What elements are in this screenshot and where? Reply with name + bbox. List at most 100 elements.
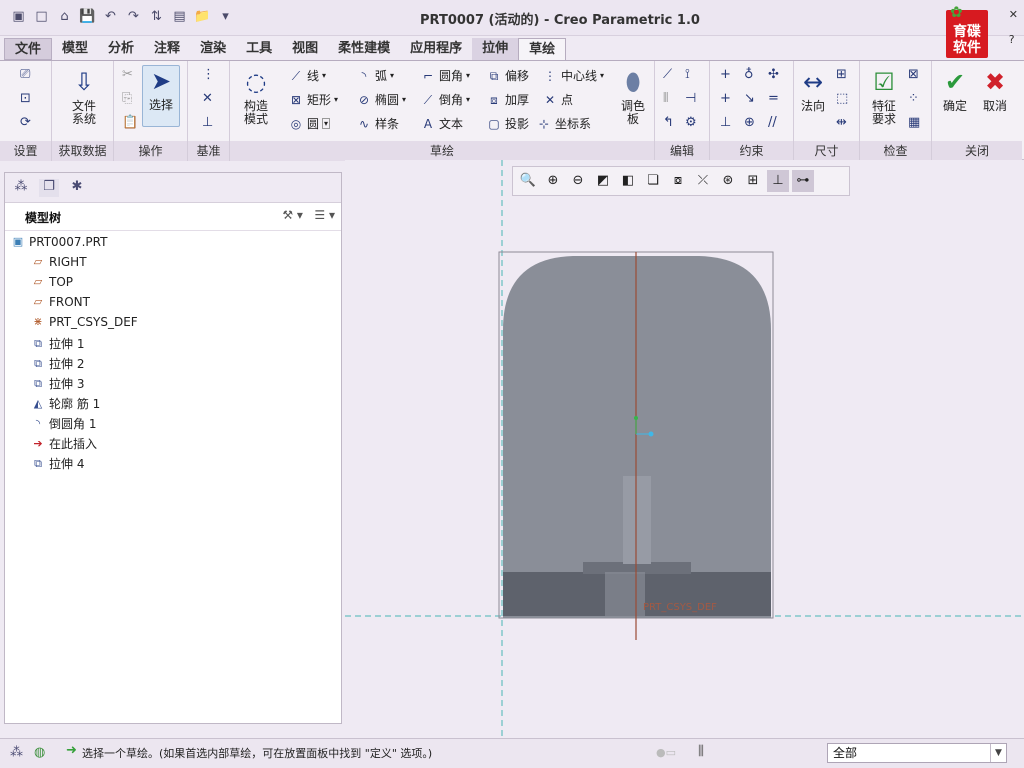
equal-constraint-icon[interactable]: = [768, 91, 779, 106]
close-window-icon[interactable]: 📁 [192, 7, 213, 26]
spline-tool[interactable]: ∿ 样条 [356, 115, 399, 132]
tab-analysis[interactable]: 分析 [98, 38, 144, 60]
tree-item-extrude-2[interactable]: ⧉ 拉伸 2 [31, 355, 84, 372]
refit-icon[interactable]: 🔍 [517, 170, 539, 192]
tree-item-top[interactable]: ▱ TOP [31, 275, 73, 289]
ok-button[interactable]: ✔ 确定 [936, 67, 974, 113]
baseline-icon[interactable]: ⇹ [836, 115, 847, 130]
tree-item-csys[interactable]: ⋇ PRT_CSYS_DEF [31, 315, 137, 329]
cancel-button[interactable]: ✖ 取消 [976, 67, 1014, 113]
redo-icon[interactable]: ↷ [123, 7, 144, 26]
circle-tool[interactable]: ◎ 圆 ▾ [288, 115, 331, 132]
tab-file[interactable]: 文件 [4, 38, 53, 60]
tab-tools[interactable]: 工具 [236, 38, 282, 60]
corner-icon[interactable]: ↰ [663, 115, 674, 130]
zoom-out-icon[interactable]: ⊖ [567, 170, 589, 192]
point-tool[interactable]: ✕ 点 [542, 91, 573, 108]
tree-item-extrude-4[interactable]: ⧉ 拉伸 4 [31, 455, 84, 472]
rectangle-tool[interactable]: ⊠ 矩形 ▾ [288, 91, 338, 108]
sketch-view-icon[interactable]: ⊥ [767, 170, 789, 192]
selection-filter[interactable]: 全部 ▼ [827, 743, 1007, 763]
palette-button[interactable]: ⬮ 调色板 [614, 67, 652, 126]
customize-qat-icon[interactable]: ▾ [215, 7, 236, 26]
ellipse-tool[interactable]: ⊘ 椭圆 ▾ [356, 91, 406, 108]
normal-dimension-button[interactable]: ↔ 法向 [794, 67, 832, 113]
centerline-tool[interactable]: ⋮ 中心线 ▾ [542, 67, 604, 84]
vertical-constraint-icon[interactable]: + [720, 67, 731, 82]
repaint-icon[interactable]: ◩ [592, 170, 614, 192]
browser-toggle-icon[interactable]: ◍ [34, 745, 45, 760]
reference-dim-icon[interactable]: ⬚ [836, 91, 848, 106]
cut-icon[interactable]: ✂ [122, 67, 133, 82]
tree-item-insert-here[interactable]: ➔ 在此插入 [31, 435, 97, 452]
tab-render[interactable]: 渲染 [190, 38, 236, 60]
tab-annotate[interactable]: 注释 [144, 38, 190, 60]
paste-icon[interactable]: 📋 [122, 115, 138, 130]
navigator-toggle-icon[interactable]: ⁂ [10, 745, 23, 760]
tab-applications[interactable]: 应用程序 [400, 38, 472, 60]
modify-icon[interactable]: ⟋ [663, 67, 672, 82]
reference-icon[interactable]: ⊡ [20, 91, 31, 106]
symmetric-constraint-icon[interactable]: ⊕ [744, 115, 755, 130]
rotate-resize-icon[interactable]: ⚙ [685, 115, 697, 130]
spin-center-icon[interactable]: ⊛ [717, 170, 739, 192]
horizontal-constraint-icon[interactable]: + [720, 91, 731, 106]
text-tool[interactable]: A 文本 [420, 115, 463, 132]
tree-item-extrude-1[interactable]: ⧉ 拉伸 1 [31, 335, 84, 352]
chamfer-tool[interactable]: ⟋ 倒角 ▾ [420, 91, 470, 108]
datum-centerline-icon[interactable]: ⋮ [202, 67, 215, 82]
favorites-tab-icon[interactable]: ✱ [67, 179, 87, 197]
group-label-ops[interactable]: 操作 [114, 141, 187, 161]
tab-model[interactable]: 模型 [52, 38, 98, 60]
sketch-view-icon[interactable]: ⟳ [20, 115, 31, 130]
arc-tool[interactable]: ◝ 弧 ▾ [356, 67, 394, 84]
datum-csys-icon[interactable]: ⊥ [202, 115, 213, 130]
group-label-setup[interactable]: 设置 [0, 141, 51, 161]
regenerate-icon[interactable]: ⇅ [146, 7, 167, 26]
tree-item-rib-1[interactable]: ◭ 轮廓 筋 1 [31, 395, 101, 412]
minimize-icon[interactable]: ✕ [1009, 8, 1018, 21]
offset-tool[interactable]: ⧉ 偏移 [486, 67, 529, 84]
undo-icon[interactable]: ↶ [100, 7, 121, 26]
tab-sketch[interactable]: 草绘 [518, 38, 567, 60]
csys-tool[interactable]: ⊹ 坐标系 [536, 115, 591, 132]
tree-item-front[interactable]: ▱ FRONT [31, 295, 90, 309]
tree-item-extrude-3[interactable]: ⧉ 拉伸 3 [31, 375, 84, 392]
open-icon[interactable]: ⌂ [54, 7, 75, 26]
tree-item-part[interactable]: ▣ PRT0007.PRT [11, 235, 108, 249]
coincident-constraint-icon[interactable]: ↘ [744, 91, 755, 106]
display-style-icon[interactable]: ◧ [617, 170, 639, 192]
save-icon[interactable]: 💾 [77, 7, 98, 26]
datum-point-icon[interactable]: ✕ [202, 91, 213, 106]
group-label-constrain[interactable]: 约束 [710, 141, 793, 161]
file-system-button[interactable]: ⇩ 文件 系统 [64, 67, 104, 126]
annotation-display-icon[interactable]: ⊞ [742, 170, 764, 192]
group-label-dimension[interactable]: 尺寸 [794, 141, 859, 161]
project-tool[interactable]: ▢ 投影 [486, 115, 529, 132]
group-label-inspect[interactable]: 检查 [860, 141, 931, 161]
tree-item-round-1[interactable]: ◝ 倒圆角 1 [31, 415, 97, 432]
zoom-in-icon[interactable]: ⊕ [542, 170, 564, 192]
sketcher-display-icon[interactable]: ⊶ [792, 170, 814, 192]
smart-select-icon[interactable]: ⫼ [698, 744, 704, 759]
construction-mode-button[interactable]: ◌ 构造 模式 [236, 67, 276, 126]
thicken-tool[interactable]: ⧈ 加厚 [486, 91, 529, 108]
tab-view[interactable]: 视图 [282, 38, 328, 60]
graphics-area[interactable]: PRT_CSYS_DEF [345, 160, 1024, 736]
saved-views-icon[interactable]: ❏ [642, 170, 664, 192]
view-manager-icon[interactable]: ⧇ [667, 170, 689, 192]
new-icon[interactable]: □ [31, 7, 52, 26]
app-icon[interactable]: ▣ [8, 7, 29, 26]
windows-icon[interactable]: ▤ [169, 7, 190, 26]
model-tree-tab-icon[interactable]: ⁂ [11, 179, 31, 197]
tab-flexible-modeling[interactable]: 柔性建模 [328, 38, 400, 60]
feature-requirements-button[interactable]: ☑ 特征 要求 [864, 67, 904, 126]
tree-item-right[interactable]: ▱ RIGHT [31, 255, 87, 269]
sketch-setup-icon[interactable]: ⎚ [20, 67, 30, 82]
delete-segment-icon[interactable]: ⟟ [685, 67, 690, 82]
midpoint-constraint-icon[interactable]: ✣ [768, 67, 779, 82]
parallel-constraint-icon[interactable]: // [768, 115, 777, 130]
model-tree-tools[interactable]: ⚒ ▾ ☰ ▾ [282, 208, 335, 222]
shade-closed-loops-icon[interactable]: ▦ [908, 115, 920, 130]
mirror-icon[interactable]: ⫴ [663, 91, 668, 106]
